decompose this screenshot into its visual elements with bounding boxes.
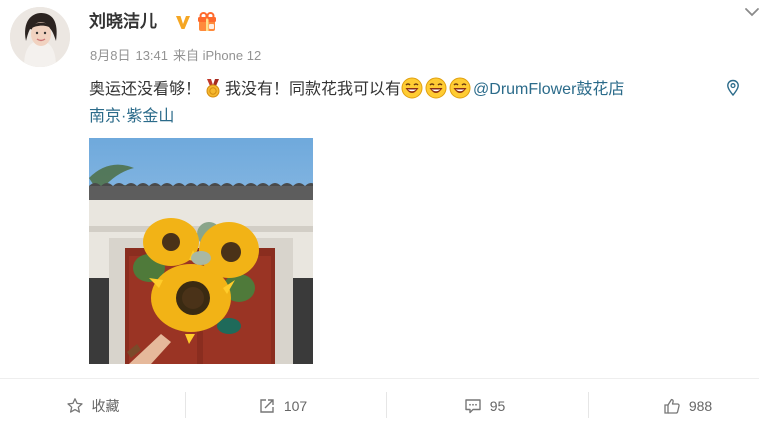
chevron-down-icon[interactable] (744, 4, 759, 20)
repost-count: 107 (283, 398, 308, 414)
action-separator (588, 392, 589, 418)
gift-badge-icon[interactable] (196, 12, 218, 32)
comment-icon (465, 399, 481, 414)
laughing-emoji-icon (425, 77, 447, 99)
laughing-emoji-icon (401, 77, 423, 99)
post-source: 来自 iPhone 12 (173, 48, 262, 63)
star-icon (66, 398, 83, 413)
post-text: 奥运还没看够！ 我没有！同款花我可以有 @DrumFlower鼓花店 (89, 77, 709, 101)
comment-button[interactable]: 95 (392, 386, 577, 426)
laughing-emoji-icon (449, 77, 471, 99)
action-separator (185, 392, 186, 418)
post-time[interactable]: 13:41 (135, 48, 168, 63)
repost-button[interactable]: 107 (190, 386, 375, 426)
like-button[interactable]: 988 (595, 386, 759, 426)
location-pin-icon[interactable] (726, 79, 740, 97)
post-text-part1: 奥运还没看够！ (89, 81, 202, 98)
favorite-button[interactable]: 收藏 (0, 386, 185, 426)
post-date[interactable]: 8月8日 (90, 48, 130, 63)
sunflower-photo (89, 138, 313, 364)
thumbs-up-icon (664, 398, 680, 414)
location-link[interactable]: 南京·紫金山 (89, 106, 174, 128)
verified-v-icon (176, 16, 190, 29)
like-count: 988 (688, 398, 713, 414)
avatar-image (10, 7, 70, 67)
favorite-label: 收藏 (91, 398, 120, 414)
author-name[interactable]: 刘晓洁儿 (89, 10, 157, 34)
avatar[interactable] (10, 7, 70, 67)
action-separator (386, 392, 387, 418)
mention-link[interactable]: @DrumFlower鼓花店 (473, 81, 624, 98)
post-photo[interactable] (89, 138, 313, 364)
action-bar-divider (0, 378, 759, 379)
repost-icon (260, 399, 274, 413)
post-text-part2: 我没有！同款花我可以有 (225, 81, 402, 98)
medal-emoji-icon (206, 79, 220, 98)
comment-count: 95 (489, 398, 506, 414)
post-meta: 8月8日 13:41 来自 iPhone 12 (90, 47, 266, 65)
